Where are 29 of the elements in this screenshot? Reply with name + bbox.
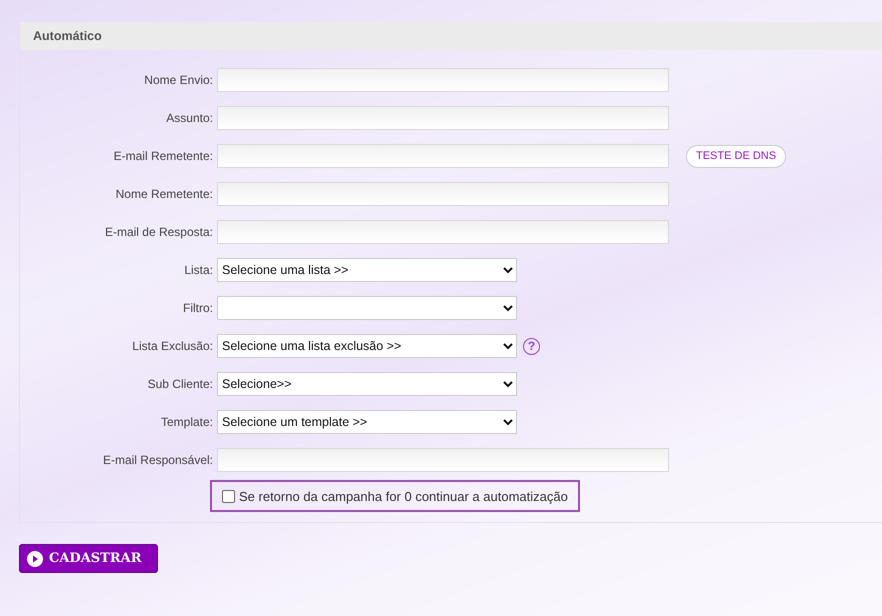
input-field[interactable] (217, 182, 669, 206)
field-label: Filtro: (182, 301, 214, 315)
field-label: Lista Exclusão: (131, 339, 214, 353)
field-label: Nome Envio: (143, 73, 214, 87)
select-dropdown[interactable]: Selecione uma lista exclusão >> (217, 334, 517, 358)
select-dropdown[interactable]: Selecione>> (217, 372, 517, 396)
field-label: E-mail de Resposta: (104, 225, 214, 239)
field-label: Template: (160, 415, 214, 429)
checkbox[interactable] (222, 490, 235, 502)
submit-button[interactable]: CADASTRAR (19, 544, 158, 573)
field-label: E-mail Remetente: (112, 149, 214, 163)
field-label: E-mail Responsável: (102, 453, 214, 467)
select-dropdown[interactable]: Selecione um template >> (217, 410, 517, 434)
input-field[interactable] (217, 448, 669, 472)
dns-test-button[interactable]: TESTE DE DNS (686, 144, 786, 168)
select-dropdown[interactable] (217, 296, 517, 320)
section-title: Automático (33, 29, 102, 43)
field-label: Lista: (183, 263, 214, 277)
field-label: Assunto: (165, 111, 214, 125)
field-label: Nome Remetente: (114, 187, 214, 201)
checkbox-option[interactable]: Se retorno da campanha for 0 continuar a automatização (210, 480, 580, 512)
select-dropdown[interactable]: Selecione uma lista >> (217, 258, 517, 282)
input-field[interactable] (217, 220, 669, 244)
play-icon (27, 550, 43, 566)
input-field[interactable] (217, 68, 669, 92)
input-field[interactable] (217, 106, 669, 130)
field-label: Sub Cliente: (146, 377, 214, 391)
input-field[interactable] (217, 144, 669, 168)
help-icon[interactable]: ? (523, 338, 540, 354)
